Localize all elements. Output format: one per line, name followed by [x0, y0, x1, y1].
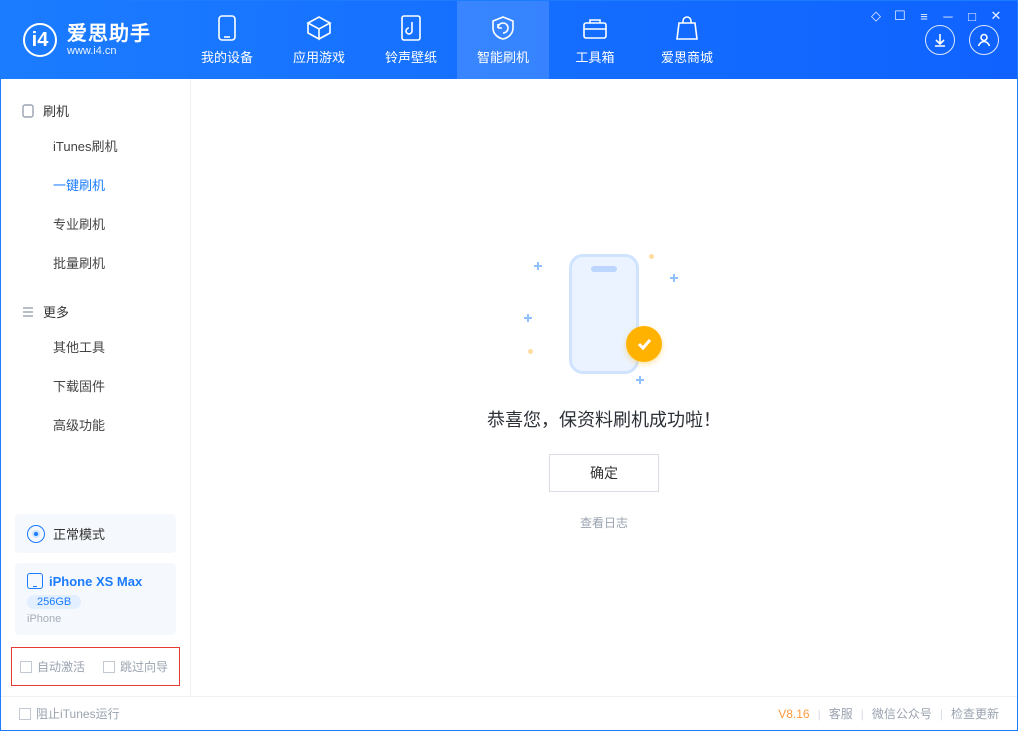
app-name: 爱思助手: [67, 23, 151, 45]
sidebar-item-batch-flash[interactable]: 批量刷机: [1, 243, 190, 282]
music-file-icon: [398, 15, 424, 41]
nav-tabs: 我的设备 应用游戏 铃声壁纸 智能刷机 工具箱 爱思商城: [181, 1, 733, 79]
phone-small-icon: [21, 104, 35, 118]
feedback-icon[interactable]: ☐: [893, 9, 907, 23]
tab-ringtones[interactable]: 铃声壁纸: [365, 1, 457, 79]
list-icon: [21, 305, 35, 319]
checkmark-badge-icon: [626, 326, 662, 362]
version-label: V8.16: [778, 707, 809, 721]
sidebar-item-download-firmware[interactable]: 下载固件: [1, 366, 190, 405]
device-capacity: 256GB: [27, 595, 81, 609]
refresh-shield-icon: [490, 15, 516, 41]
sidebar-section-more: 更多: [1, 296, 190, 327]
device-mode[interactable]: 正常模式: [15, 514, 176, 553]
tab-smart-flash[interactable]: 智能刷机: [457, 1, 549, 79]
device-name: iPhone XS Max: [49, 574, 142, 589]
ok-button[interactable]: 确定: [549, 454, 659, 492]
logo: i4 爱思助手 www.i4.cn: [1, 1, 181, 79]
sidebar-item-pro-flash[interactable]: 专业刷机: [1, 204, 190, 243]
mode-indicator-icon: [27, 525, 45, 543]
maximize-button[interactable]: □: [965, 9, 979, 23]
checkbox-block-itunes[interactable]: 阻止iTunes运行: [19, 705, 120, 722]
close-button[interactable]: ✕: [989, 9, 1003, 23]
sidebar-item-other-tools[interactable]: 其他工具: [1, 327, 190, 366]
checkbox-auto-activate[interactable]: 自动激活: [20, 658, 85, 675]
device-type: iPhone: [27, 613, 164, 625]
sidebar-section-flash: 刷机: [1, 95, 190, 126]
account-button[interactable]: [969, 25, 999, 55]
shirt-icon[interactable]: ◇: [869, 9, 883, 23]
sidebar: 刷机 iTunes刷机 一键刷机 专业刷机 批量刷机 更多 其他工具 下载固件 …: [1, 79, 191, 696]
tab-store[interactable]: 爱思商城: [641, 1, 733, 79]
bag-icon: [674, 15, 700, 41]
device-icon: [214, 15, 240, 41]
titlebar: i4 爱思助手 www.i4.cn 我的设备 应用游戏 铃声壁纸 智能刷机: [1, 1, 1017, 79]
device-card[interactable]: iPhone XS Max 256GB iPhone: [15, 563, 176, 635]
tab-apps[interactable]: 应用游戏: [273, 1, 365, 79]
minimize-button[interactable]: －: [941, 9, 955, 23]
app-window: i4 爱思助手 www.i4.cn 我的设备 应用游戏 铃声壁纸 智能刷机: [0, 0, 1018, 731]
cube-icon: [306, 15, 332, 41]
highlighted-options: 自动激活 跳过向导: [11, 647, 180, 686]
wechat-link[interactable]: 微信公众号: [872, 705, 932, 722]
app-url: www.i4.cn: [67, 45, 151, 57]
view-log-link[interactable]: 查看日志: [580, 514, 628, 531]
menu-icon[interactable]: ≡: [917, 9, 931, 23]
tab-toolbox[interactable]: 工具箱: [549, 1, 641, 79]
check-update-link[interactable]: 检查更新: [951, 705, 999, 722]
support-link[interactable]: 客服: [829, 705, 853, 722]
sidebar-item-oneclick-flash[interactable]: 一键刷机: [1, 165, 190, 204]
logo-icon: i4: [23, 23, 57, 57]
phone-illustration-icon: [569, 254, 639, 374]
checkbox-skip-guide[interactable]: 跳过向导: [103, 658, 168, 675]
sidebar-item-itunes-flash[interactable]: iTunes刷机: [1, 126, 190, 165]
success-illustration: [524, 244, 684, 384]
download-button[interactable]: [925, 25, 955, 55]
tab-my-device[interactable]: 我的设备: [181, 1, 273, 79]
phone-icon: [27, 573, 43, 589]
success-message: 恭喜您，保资料刷机成功啦！: [487, 406, 721, 432]
sidebar-item-advanced[interactable]: 高级功能: [1, 405, 190, 444]
statusbar: 阻止iTunes运行 V8.16 | 客服 | 微信公众号 | 检查更新: [1, 696, 1017, 730]
main-content: 恭喜您，保资料刷机成功啦！ 确定 查看日志: [191, 79, 1017, 696]
toolbox-icon: [582, 15, 608, 41]
